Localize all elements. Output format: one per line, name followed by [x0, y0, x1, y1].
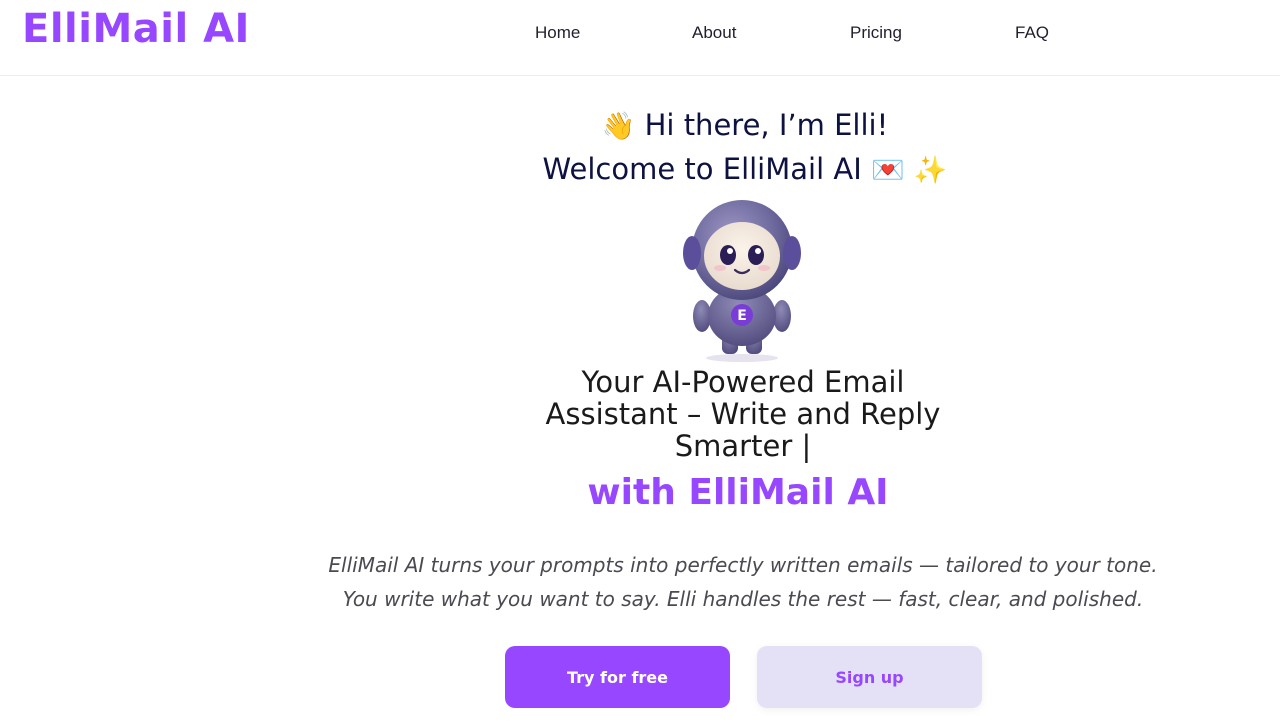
- sign-up-button[interactable]: Sign up: [757, 646, 982, 708]
- nav-about[interactable]: About: [692, 23, 736, 43]
- try-for-free-button[interactable]: Try for free: [505, 646, 730, 708]
- greeting-line-1: 👋 Hi there, I’m Elli!: [0, 108, 1280, 142]
- hero-headline: Your AI-Powered Email Assistant – Write …: [545, 365, 941, 463]
- site-header: ElliMail AI Home About Pricing FAQ: [0, 0, 1280, 76]
- hero-headline-accent: with ElliMail AI: [587, 472, 889, 513]
- mascot-robot-image: E: [683, 200, 801, 362]
- sparkles-icon: ✨: [913, 155, 948, 186]
- greeting-text-1: Hi there, I’m Elli!: [644, 108, 889, 142]
- hero-description-line-2: You write what you want to say. Elli han…: [342, 587, 1144, 611]
- greeting-text-2: Welcome to ElliMail AI: [542, 152, 862, 186]
- nav-home[interactable]: Home: [535, 23, 580, 43]
- waving-hand-icon: 👋: [601, 111, 636, 142]
- nav-faq[interactable]: FAQ: [1015, 23, 1049, 43]
- greeting-line-2: Welcome to ElliMail AI 💌 ✨: [0, 152, 1280, 186]
- mascot-badge-letter: E: [737, 308, 747, 324]
- love-letter-icon: 💌: [870, 155, 905, 186]
- hero-description-line-1: ElliMail AI turns your prompts into perf…: [328, 553, 1158, 577]
- logo[interactable]: ElliMail AI: [22, 6, 250, 52]
- nav-pricing[interactable]: Pricing: [850, 23, 902, 43]
